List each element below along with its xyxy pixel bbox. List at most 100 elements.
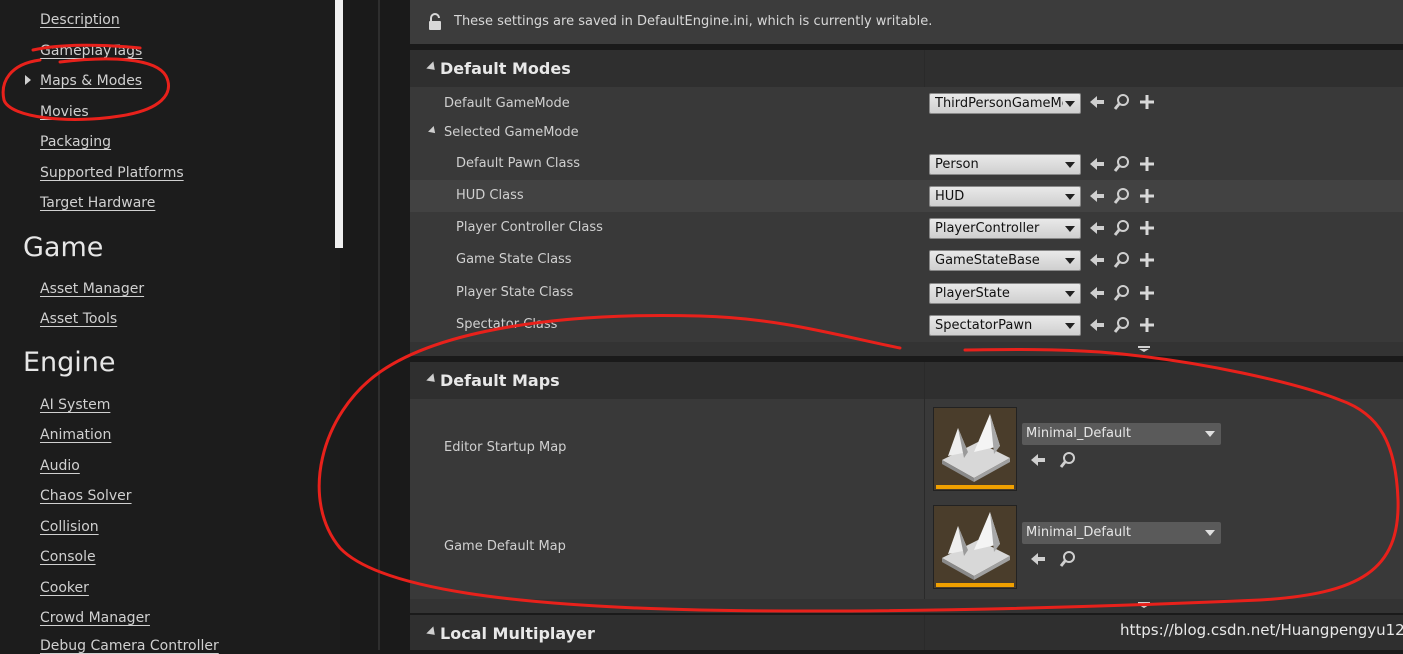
property-row-default-gamemode: Default GameMode ThirdPersonGameMode [410, 87, 1403, 118]
browse-search-icon[interactable] [1113, 316, 1131, 334]
nav-link-packaging[interactable]: Packaging [40, 134, 111, 150]
map-thumbnail[interactable] [933, 505, 1017, 589]
game-default-map-dropdown[interactable]: Minimal_Default [1022, 522, 1221, 544]
chevron-down-icon [1205, 530, 1215, 536]
property-label: Selected GameMode [444, 125, 579, 140]
collapse-triangle-icon[interactable] [428, 126, 438, 136]
browse-search-icon[interactable] [1113, 187, 1131, 205]
category-title: Local Multiplayer [440, 624, 595, 643]
browse-search-icon[interactable] [1113, 251, 1131, 269]
chevron-down-icon [1065, 101, 1075, 107]
expand-more-icon[interactable] [1138, 602, 1150, 608]
add-plus-icon[interactable] [1138, 219, 1156, 237]
use-selected-arrow-icon[interactable] [1088, 93, 1106, 111]
property-label-player-state-class: Player State Class [456, 285, 574, 300]
game-state-class-dropdown[interactable]: GameStateBase [929, 250, 1081, 271]
add-plus-icon[interactable] [1138, 187, 1156, 205]
use-selected-arrow-icon[interactable] [1088, 155, 1106, 173]
nav-link-debug-camera-controller[interactable]: Debug Camera Controller [40, 638, 219, 654]
chevron-down-icon [1065, 194, 1075, 200]
default-pawn-class-dropdown[interactable]: Person [929, 154, 1081, 175]
config-notice-bar: These settings are saved in DefaultEngin… [410, 0, 1403, 44]
use-selected-arrow-icon[interactable] [1088, 187, 1106, 205]
nav-link-asset-tools[interactable]: Asset Tools [40, 311, 117, 327]
expand-more-icon[interactable] [1138, 346, 1150, 352]
add-plus-icon[interactable] [1138, 284, 1156, 302]
map-thumbnail[interactable] [933, 407, 1017, 491]
collapse-triangle-icon[interactable] [426, 626, 439, 639]
nav-link-maps-modes[interactable]: Maps & Modes [40, 73, 142, 89]
nav-link-ai-system[interactable]: AI System [40, 397, 110, 413]
property-row-game-default-map: Game Default Map [410, 498, 1403, 599]
dropdown-value: PlayerState [935, 286, 1010, 301]
use-selected-arrow-icon[interactable] [1088, 284, 1106, 302]
nav-link-movies[interactable]: Movies [40, 104, 89, 120]
sidebar-scrollbar[interactable] [335, 0, 343, 248]
watermark-text: https://blog.csdn.net/Huangpengyu123 [1120, 621, 1403, 639]
category-expander-bar[interactable] [410, 599, 1403, 613]
nav-link-console[interactable]: Console [40, 549, 96, 565]
use-selected-arrow-icon[interactable] [1088, 219, 1106, 237]
property-label: Default GameMode [444, 96, 570, 111]
browse-search-icon[interactable] [1113, 284, 1131, 302]
property-label-game-state-class: Game State Class [456, 252, 572, 267]
property-label-hud-class: HUD Class [456, 188, 524, 203]
property-label-spectator-class: Spectator Class [456, 317, 558, 332]
player-controller-class-dropdown[interactable]: PlayerController [929, 218, 1081, 239]
add-plus-icon[interactable] [1138, 155, 1156, 173]
property-row-editor-startup-map: Editor Startup Map [410, 399, 1403, 498]
expand-arrow-icon[interactable] [25, 75, 31, 85]
nav-link-cooker[interactable]: Cooker [40, 580, 89, 596]
nav-link-description[interactable]: Description [40, 12, 120, 28]
browse-search-icon[interactable] [1059, 451, 1077, 469]
category-expander-bar[interactable] [410, 342, 1403, 356]
use-selected-arrow-icon[interactable] [1088, 316, 1106, 334]
settings-sidebar: Description GameplayTags Maps & Modes Mo… [0, 0, 340, 654]
category-default-maps[interactable]: Default Maps [410, 362, 1403, 399]
category-default-modes[interactable]: Default Modes [410, 50, 1403, 87]
settings-details-panel: These settings are saved in DefaultEngin… [410, 0, 1403, 650]
chevron-down-icon [1065, 258, 1075, 264]
nav-link-collision[interactable]: Collision [40, 519, 99, 535]
collapse-triangle-icon[interactable] [426, 61, 439, 74]
add-plus-icon[interactable] [1138, 251, 1156, 269]
config-notice-text: These settings are saved in DefaultEngin… [454, 14, 933, 29]
browse-search-icon[interactable] [1113, 219, 1131, 237]
nav-link-target-hardware[interactable]: Target Hardware [40, 195, 155, 211]
map-asset-icon [942, 512, 1010, 580]
use-selected-arrow-icon[interactable] [1088, 251, 1106, 269]
nav-link-gameplaytags[interactable]: GameplayTags [40, 43, 142, 59]
nav-link-audio[interactable]: Audio [40, 458, 80, 474]
property-label-default-pawn-class: Default Pawn Class [456, 156, 581, 171]
chevron-down-icon [1205, 431, 1215, 437]
chevron-down-icon [1065, 162, 1075, 168]
add-plus-icon[interactable] [1138, 93, 1156, 111]
nav-link-asset-manager[interactable]: Asset Manager [40, 281, 144, 297]
category-title: Default Maps [440, 371, 560, 390]
use-selected-arrow-icon[interactable] [1029, 550, 1047, 568]
add-plus-icon[interactable] [1138, 316, 1156, 334]
collapse-triangle-icon[interactable] [426, 373, 439, 386]
browse-search-icon[interactable] [1113, 93, 1131, 111]
browse-search-icon[interactable] [1059, 550, 1077, 568]
player-state-class-dropdown[interactable]: PlayerState [929, 283, 1081, 304]
dropdown-value: ThirdPersonGameMode [935, 96, 1063, 111]
dropdown-value: HUD [935, 189, 965, 204]
nav-link-chaos-solver[interactable]: Chaos Solver [40, 488, 132, 504]
chevron-down-icon [1065, 226, 1075, 232]
hud-class-dropdown[interactable]: HUD [929, 186, 1081, 207]
spectator-class-dropdown[interactable]: SpectatorPawn [929, 315, 1081, 336]
use-selected-arrow-icon[interactable] [1029, 451, 1047, 469]
nav-link-animation[interactable]: Animation [40, 427, 111, 443]
nav-link-crowd-manager[interactable]: Crowd Manager [40, 610, 150, 626]
editor-startup-map-dropdown[interactable]: Minimal_Default [1022, 423, 1221, 445]
nav-link-supported-platforms[interactable]: Supported Platforms [40, 165, 184, 181]
category-title: Default Modes [440, 59, 571, 78]
column-divider [924, 362, 925, 599]
browse-search-icon[interactable] [1113, 155, 1131, 173]
gamemode-dropdown[interactable]: ThirdPersonGameMode [929, 93, 1081, 114]
dropdown-value: GameStateBase [935, 253, 1040, 268]
dropdown-value: PlayerController [935, 221, 1040, 236]
property-label: Game Default Map [444, 539, 566, 554]
lock-icon [429, 13, 441, 30]
